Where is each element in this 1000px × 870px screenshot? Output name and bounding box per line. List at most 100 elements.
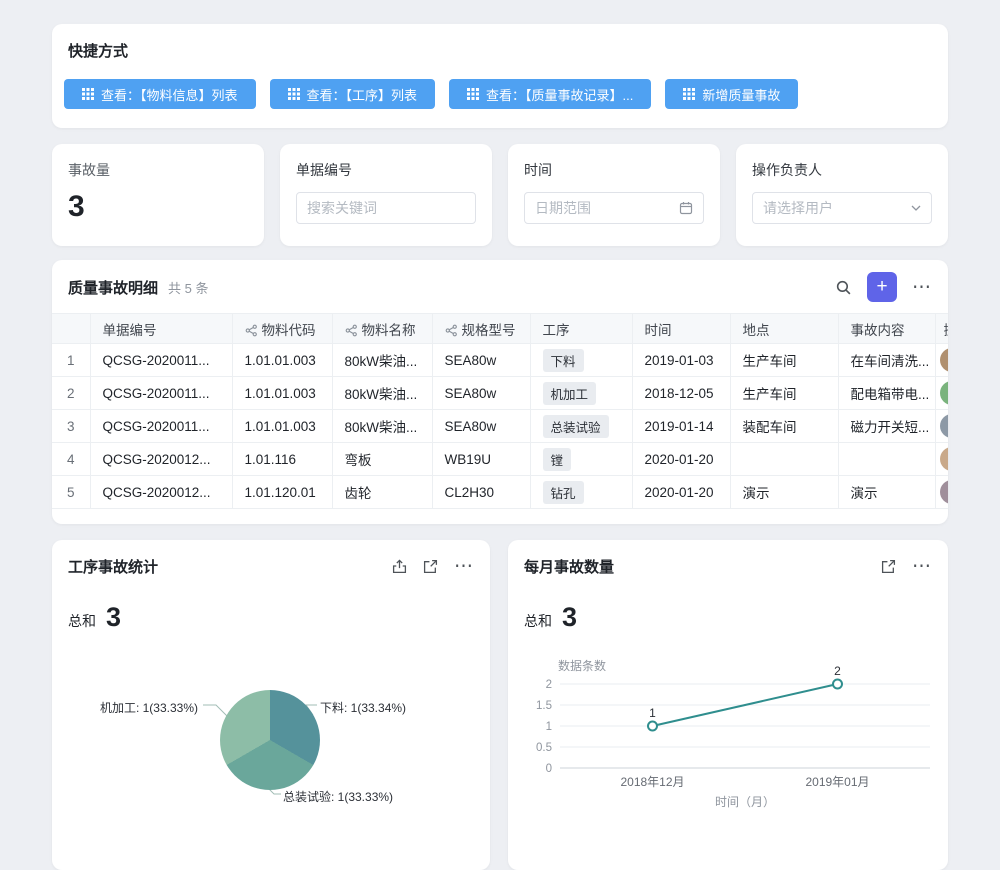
table-row[interactable]: 2 QCSG-2020011... 1.01.01.003 80kW柴油... … [52, 377, 948, 410]
view-process-list-button[interactable]: 查看：【工序】列表 [270, 79, 436, 109]
shortcuts-card: 快捷方式 查看：【物料信息】列表 查看：【工序】列表 查看：【质量事故记录】..… [52, 24, 948, 128]
cell-content: 配电箱带电... [838, 377, 935, 410]
cell-material-code: 1.01.01.003 [232, 344, 332, 377]
cell-operator [935, 410, 948, 443]
view-quality-record-list-button[interactable]: 查看：【质量事故记录】... [449, 79, 651, 109]
col-material-code: 物料代码 [232, 314, 332, 344]
operator-placeholder: 请选择用户 [763, 198, 833, 218]
col-time: 时间 [632, 314, 730, 344]
cell-material-name: 80kW柴油... [332, 377, 432, 410]
svg-text:2: 2 [546, 679, 552, 691]
date-range-picker[interactable]: 日期范围 [524, 192, 704, 224]
cell-operator [935, 443, 948, 476]
svg-text:1.5: 1.5 [536, 700, 552, 712]
table-actions: + ⋯ [835, 272, 932, 302]
cell-content: 在车间清洗... [838, 344, 935, 377]
cell-process: 总装试验 [530, 410, 632, 443]
cell-doc-no: QCSG-2020011... [90, 377, 232, 410]
cell-material-name: 80kW柴油... [332, 344, 432, 377]
table-row[interactable]: 4 QCSG-2020012... 1.01.116 弯板 WB19U 镗 20… [52, 443, 948, 476]
button-label: 查看：【工序】列表 [307, 85, 418, 104]
table-row[interactable]: 5 QCSG-2020012... 1.01.120.01 齿轮 CL2H30 … [52, 476, 948, 509]
process-tag: 机加工 [543, 382, 597, 405]
cell-time: 2019-01-03 [632, 344, 730, 377]
col-operator: 操作负责人 [935, 314, 948, 344]
add-record-button[interactable]: + [867, 272, 897, 302]
accident-count-label: 事故量 [68, 160, 248, 180]
total-value: 3 [106, 602, 121, 633]
cell-operator [935, 476, 948, 509]
operator-filter-card: 操作负责人 请选择用户 [736, 144, 948, 246]
search-button[interactable] [835, 279, 852, 296]
table-row[interactable]: 1 QCSG-2020011... 1.01.01.003 80kW柴油... … [52, 344, 948, 377]
time-filter-card: 时间 日期范围 [508, 144, 720, 246]
cell-place [730, 443, 838, 476]
cell-time: 2018-12-05 [632, 377, 730, 410]
cell-spec: SEA80w [432, 377, 530, 410]
more-options-button[interactable]: ⋯ [912, 278, 932, 297]
col-material-name: 物料名称 [332, 314, 432, 344]
button-label: 查看：【物料信息】列表 [101, 85, 238, 104]
line-card-actions: ⋯ [881, 557, 932, 576]
view-material-list-button[interactable]: 查看：【物料信息】列表 [64, 79, 256, 109]
svg-text:1: 1 [546, 721, 552, 733]
cell-process: 钻孔 [530, 476, 632, 509]
avatar [940, 348, 949, 372]
pie-label-machining: 机加工: 1(33.33%) [100, 699, 198, 716]
cell-doc-no: QCSG-2020011... [90, 344, 232, 377]
grid-icon [467, 88, 479, 100]
line-card-header: 每月事故数量 ⋯ [508, 540, 948, 577]
table-title: 质量事故明细 [68, 277, 158, 298]
cell-operator [935, 344, 948, 377]
operator-label: 操作负责人 [752, 160, 932, 180]
cell-material-code: 1.01.120.01 [232, 476, 332, 509]
svg-text:2: 2 [834, 664, 841, 678]
col-process: 工序 [530, 314, 632, 344]
col-content: 事故内容 [838, 314, 935, 344]
doc-no-search-input[interactable] [296, 192, 476, 224]
col-doc-no: 单据编号 [90, 314, 232, 344]
open-in-new-icon [881, 559, 896, 574]
open-in-new-button[interactable] [881, 559, 896, 574]
cell-spec: SEA80w [432, 344, 530, 377]
date-range-placeholder: 日期范围 [535, 198, 591, 218]
cell-content [838, 443, 935, 476]
shortcuts-title: 快捷方式 [52, 24, 948, 61]
svg-text:2018年12月: 2018年12月 [620, 775, 684, 789]
table-scroll-area[interactable]: 单据编号 物料代码 物料名称 规格型号 工序 时间 地点 事故内容 操作负责人 … [52, 313, 948, 509]
chevron-down-icon [911, 205, 921, 211]
accident-table: 单据编号 物料代码 物料名称 规格型号 工序 时间 地点 事故内容 操作负责人 … [52, 313, 948, 509]
process-tag: 镗 [543, 448, 572, 471]
relation-icon [345, 324, 358, 337]
cell-operator [935, 377, 948, 410]
col-index [52, 314, 90, 344]
relation-icon [445, 324, 458, 337]
process-tag: 钻孔 [543, 481, 584, 504]
line-chart: 数据条数00.511.5212018年12月22019年01月时间（月） [508, 658, 948, 823]
cell-material-name: 80kW柴油... [332, 410, 432, 443]
cell-place: 演示 [730, 476, 838, 509]
cell-material-name: 齿轮 [332, 476, 432, 509]
svg-text:数据条数: 数据条数 [558, 658, 606, 673]
accident-count-value: 3 [68, 190, 248, 224]
svg-text:1: 1 [649, 706, 656, 720]
pie-card-title: 工序事故统计 [68, 556, 158, 577]
open-in-new-button[interactable] [423, 559, 438, 574]
accident-count-card: 事故量 3 [52, 144, 264, 246]
cell-time: 2020-01-20 [632, 443, 730, 476]
export-button[interactable] [392, 559, 407, 574]
cell-place: 生产车间 [730, 377, 838, 410]
more-options-button[interactable]: ⋯ [912, 557, 932, 576]
operator-select[interactable]: 请选择用户 [752, 192, 932, 224]
table-row[interactable]: 3 QCSG-2020011... 1.01.01.003 80kW柴油... … [52, 410, 948, 443]
cell-spec: CL2H30 [432, 476, 530, 509]
relation-icon [245, 324, 258, 337]
more-options-button[interactable]: ⋯ [454, 557, 474, 576]
cell-material-code: 1.01.01.003 [232, 410, 332, 443]
button-label: 新增质量事故 [702, 85, 780, 104]
total-value: 3 [562, 602, 577, 633]
cell-time: 2020-01-20 [632, 476, 730, 509]
process-tag: 下料 [543, 349, 584, 372]
add-quality-accident-button[interactable]: 新增质量事故 [665, 79, 798, 109]
cell-spec: SEA80w [432, 410, 530, 443]
